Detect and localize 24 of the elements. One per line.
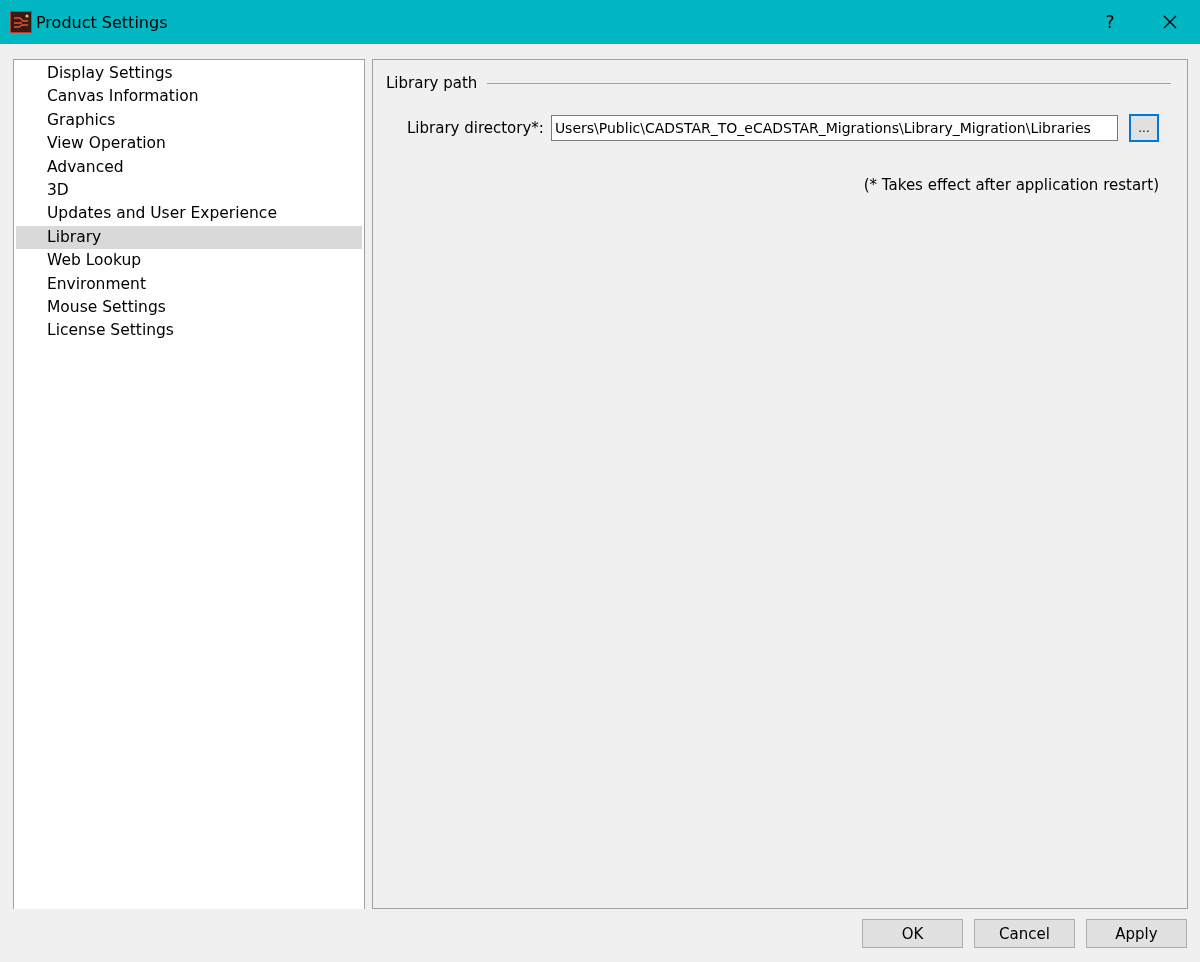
- library-directory-field[interactable]: Users\Public\CADSTAR_TO_eCADSTAR_Migrations\Library_Migration\Libraries: [550, 115, 1118, 141]
- field-label: Library directory*:: [407, 119, 544, 137]
- group-title: Library path: [386, 74, 478, 92]
- app-icon: [10, 11, 32, 33]
- dialog-button[interactable]: OK: [862, 919, 963, 948]
- category-item[interactable]: Mouse Settings: [16, 295, 362, 320]
- category-item[interactable]: 3D: [16, 178, 362, 203]
- help-button[interactable]: ?: [1080, 0, 1140, 44]
- category-item[interactable]: Graphics: [16, 108, 362, 133]
- category-item[interactable]: Library: [16, 225, 362, 250]
- category-item[interactable]: Web Lookup: [16, 249, 362, 273]
- category-item[interactable]: Environment: [16, 272, 362, 296]
- category-item[interactable]: License Settings: [16, 319, 362, 343]
- window-title: Product Settings: [36, 12, 168, 32]
- category-item[interactable]: Advanced: [16, 155, 362, 179]
- category-item[interactable]: Updates and User Experience: [16, 202, 362, 226]
- dialog-button[interactable]: Cancel: [974, 919, 1075, 948]
- category-item[interactable]: Display Settings: [16, 62, 362, 86]
- close-icon: [1163, 15, 1177, 29]
- restart-note: (* Takes effect after application restart): [863, 176, 1159, 194]
- category-item[interactable]: View Operation: [16, 132, 362, 156]
- category-item[interactable]: Canvas Information: [16, 85, 362, 109]
- browse-button[interactable]: ...: [1129, 114, 1159, 142]
- dialog-button[interactable]: Apply: [1086, 919, 1187, 948]
